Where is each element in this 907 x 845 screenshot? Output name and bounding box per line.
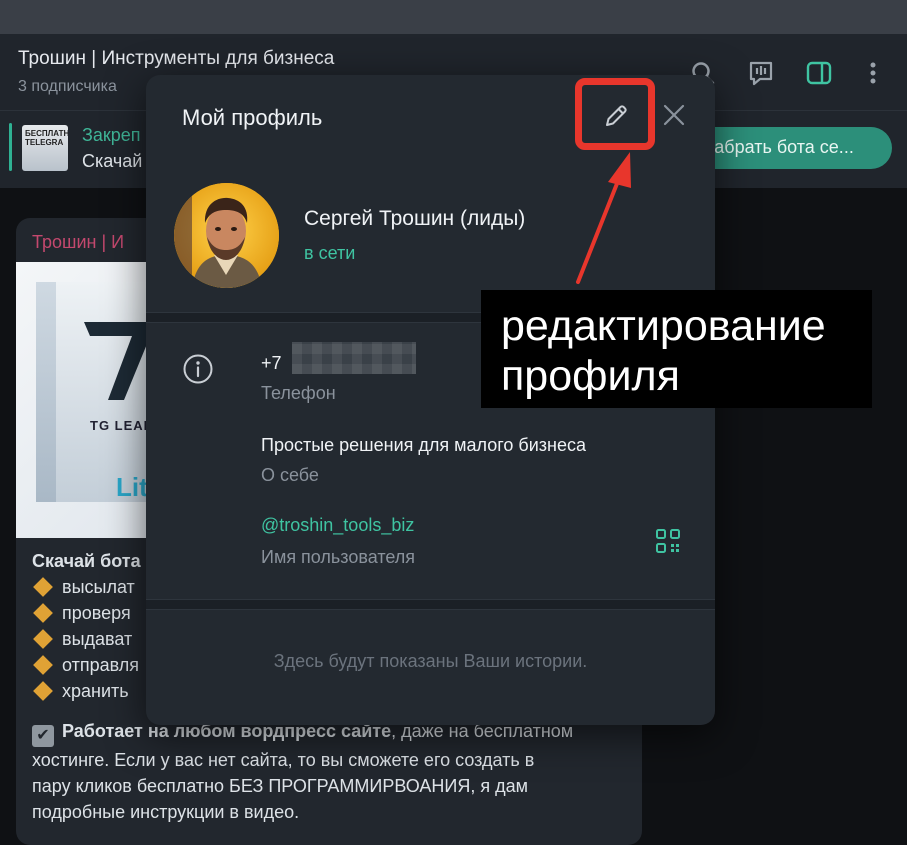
qr-code-icon[interactable] [654,527,682,555]
diamond-icon [33,655,53,675]
pinned-accent-bar [9,123,12,171]
pinned-thumb-text: БЕСПЛАТН TELEGRA [25,129,68,147]
info-icon [183,354,213,384]
callout-line-1: редактирование [501,302,826,350]
stories-empty-text: Здесь будут показаны Ваши истории. [273,651,588,671]
image-badge-text: Lit [116,472,148,502]
close-icon[interactable] [660,101,688,129]
callout-line-2: профиля [501,352,680,400]
diamond-icon [33,603,53,623]
image-brand-text: TG LEAD [90,418,155,433]
annotation-callout: редактирование профиля [481,290,872,408]
window-title-strip [0,0,907,34]
modal-title: Мой профиль [182,105,323,130]
pinned-thumbnail: БЕСПЛАТН TELEGRA [22,125,68,171]
live-chat-icon[interactable] [748,60,774,86]
profile-status: в сети [304,243,356,263]
pinned-text: Скачай [82,151,143,171]
channel-title: Трошин | Инструменты для бизнеса [18,48,335,69]
section-divider [146,599,715,610]
phone-value[interactable]: +7 [261,353,282,374]
channel-subscribers: 3 подписчика [18,78,117,95]
message-sender: Трошин | И [32,232,125,252]
bio-value[interactable]: Простые решения для малого бизнеса [261,435,586,456]
diamond-icon [33,681,53,701]
sidebar-toggle-icon[interactable] [806,60,832,86]
diamond-icon [33,629,53,649]
username-label: Имя пользователя [261,547,416,567]
more-icon[interactable] [860,60,886,86]
pinned-action-button[interactable]: забрать бота се... [690,127,892,169]
phone-blurred-digits [292,342,416,374]
bio-label: О себе [261,465,319,485]
username-value[interactable]: @troshin_tools_biz [261,515,414,536]
checkmark-icon: ✔ [32,725,54,747]
diamond-icon [33,577,53,597]
avatar[interactable] [174,183,279,288]
phone-label: Телефон [261,383,336,403]
edit-highlight-frame [575,78,655,150]
message-paragraph: ✔ Работает на любом вордпресс сайте, даже… [32,721,574,822]
pinned-title: Закреп [82,125,141,145]
profile-name: Сергей Трошин (лиды) [304,207,526,230]
